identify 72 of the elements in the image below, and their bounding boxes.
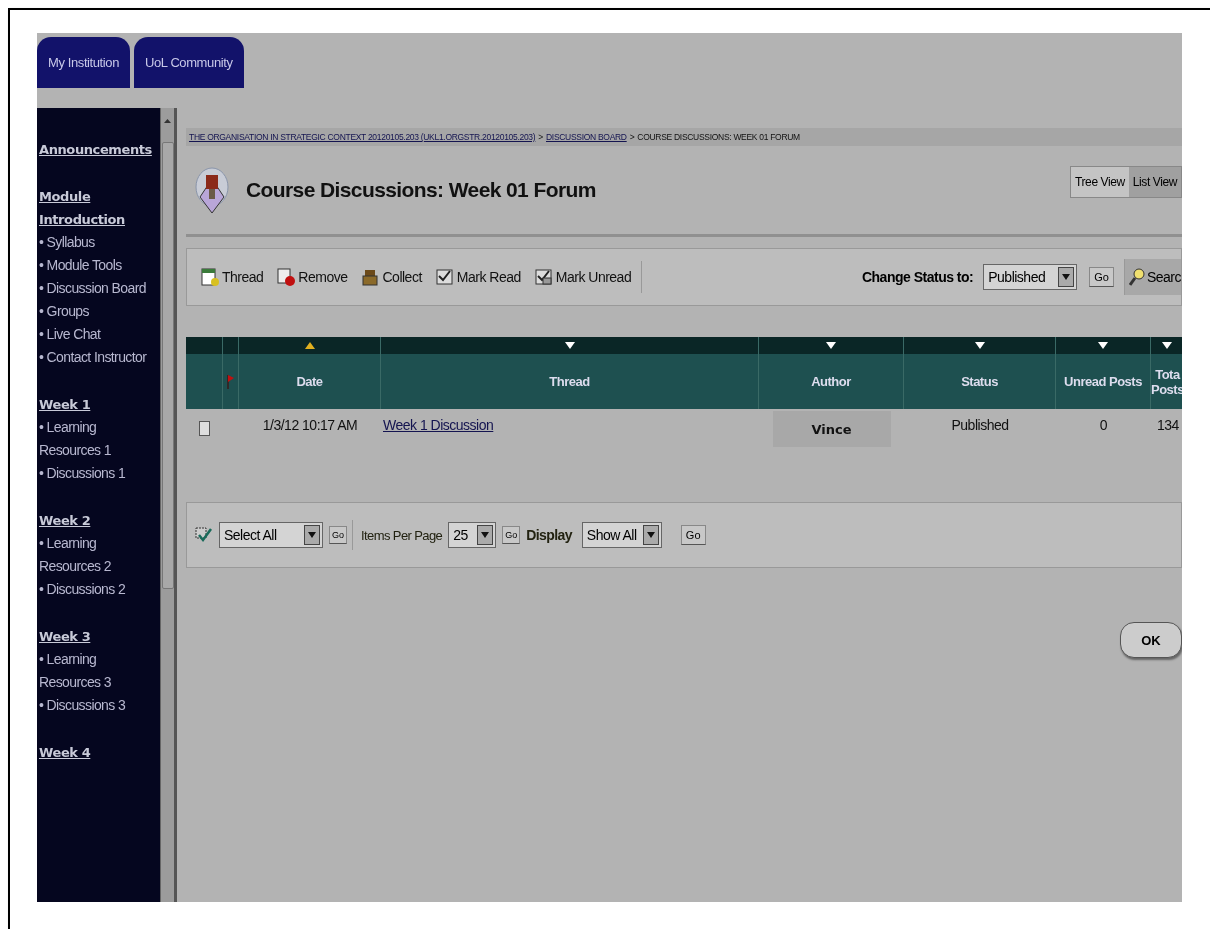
ok-button[interactable]: OK — [1120, 622, 1182, 658]
sidebar-item[interactable]: • Discussions 2 — [39, 578, 160, 601]
status-cell: Published — [951, 417, 1009, 433]
search-button[interactable]: Searc — [1123, 259, 1181, 295]
sidebar-heading[interactable]: Week 1 — [39, 393, 160, 416]
column-header[interactable]: Unread Posts — [1056, 337, 1151, 409]
breadcrumb-current: COURSE DISCUSSIONS: WEEK 01 FORUM — [637, 132, 800, 142]
dropdown-arrow-icon — [308, 532, 316, 538]
column-header[interactable]: Author — [759, 337, 904, 409]
count-cell: 134 — [1157, 417, 1179, 433]
box-icon — [361, 268, 380, 286]
view-tab[interactable]: Tree View — [1071, 167, 1129, 197]
document-delete-icon — [277, 268, 296, 286]
display-dropdown[interactable]: Show All — [581, 522, 662, 548]
items-dropdown[interactable]: 25 — [448, 522, 497, 548]
sidebar-item[interactable]: • Module Tools — [39, 254, 160, 277]
column-header[interactable]: Date — [239, 337, 381, 409]
items-per-page-label: Items Per Page — [361, 527, 443, 543]
toolbar-button[interactable]: Mark Unread — [534, 268, 632, 286]
thread-link[interactable]: Week 1 Discussion — [383, 417, 494, 433]
sidebar-item[interactable]: • Syllabus — [39, 231, 160, 254]
sidebar-heading[interactable]: Week 4 — [39, 741, 160, 764]
tab[interactable]: My Institution — [37, 37, 130, 88]
go-button[interactable]: Go — [1089, 267, 1114, 287]
toolbar-button[interactable]: Remove — [277, 268, 348, 286]
count-cell: 0 — [1099, 417, 1108, 433]
go-button[interactable]: Go — [502, 526, 521, 544]
toolbar-button[interactable]: Mark Read — [435, 268, 521, 286]
scrollbar[interactable] — [160, 108, 177, 902]
view-tab[interactable]: List View — [1128, 167, 1181, 197]
scrollbar-thumb[interactable] — [161, 142, 174, 589]
go-button[interactable]: Go — [329, 526, 347, 544]
column-header[interactable]: Thread — [381, 337, 759, 409]
forum-icon — [194, 165, 230, 215]
search-icon — [1128, 268, 1145, 286]
sidebar-item[interactable]: • Learning Resources 3 — [39, 648, 160, 694]
display-label: Display — [526, 527, 572, 543]
sidebar-heading[interactable]: Week 2 — [39, 509, 160, 532]
status-label: Change Status to: — [861, 269, 974, 285]
scroll-up-icon — [163, 118, 172, 124]
row-checkbox[interactable] — [199, 421, 210, 436]
breadcrumb-link[interactable]: THE ORGANISATION IN STRATEGIC CONTEXT 20120105.203 (UKL1.ORGSTR.20120105.203) — [189, 132, 536, 142]
breadcrumb-separator: > — [629, 132, 635, 142]
column-header[interactable]: Status — [904, 337, 1056, 409]
status-dropdown[interactable]: Published — [983, 264, 1078, 290]
dropdown-arrow-icon — [1062, 274, 1071, 280]
sidebar-item[interactable]: • Discussion Board — [39, 277, 160, 300]
breadcrumb-link[interactable]: DISCUSSION BOARD — [546, 132, 627, 142]
toolbar-button[interactable]: Collect — [361, 268, 422, 286]
page-title: Course Discussions: Week 01 Forum — [246, 178, 597, 202]
author-cell: Vince — [772, 411, 891, 447]
sidebar-item[interactable]: • Discussions 1 — [39, 462, 160, 485]
dropdown-arrow-icon — [481, 532, 490, 538]
sidebar-item[interactable]: • Learning Resources 1 — [39, 416, 160, 462]
sidebar-item[interactable]: • Live Chat — [39, 323, 160, 346]
go-button[interactable]: Go — [680, 525, 706, 545]
sidebar-item[interactable]: • Learning Resources 2 — [39, 532, 160, 578]
sidebar-item[interactable]: • Groups — [39, 300, 160, 323]
sidebar-item[interactable]: • Discussions 3 — [39, 694, 160, 717]
tab[interactable]: UoL Community — [134, 37, 244, 88]
document-plus-icon — [201, 268, 219, 286]
sidebar-heading[interactable]: Announcements — [39, 138, 160, 161]
flag-icon — [227, 374, 234, 389]
date-cell: 1/3/12 10:17 AM — [262, 417, 358, 433]
sidebar-heading[interactable]: Module Introduction — [39, 185, 160, 231]
sidebar-item[interactable]: • Contact Instructor — [39, 346, 160, 369]
select-dropdown[interactable]: Select All — [219, 522, 323, 548]
sidebar-heading[interactable]: Week 3 — [39, 625, 160, 648]
checklist-icon — [195, 526, 213, 544]
dropdown-arrow-icon — [646, 532, 655, 538]
breadcrumb-separator: > — [538, 132, 543, 142]
toolbar-button[interactable]: Thread — [201, 268, 264, 286]
